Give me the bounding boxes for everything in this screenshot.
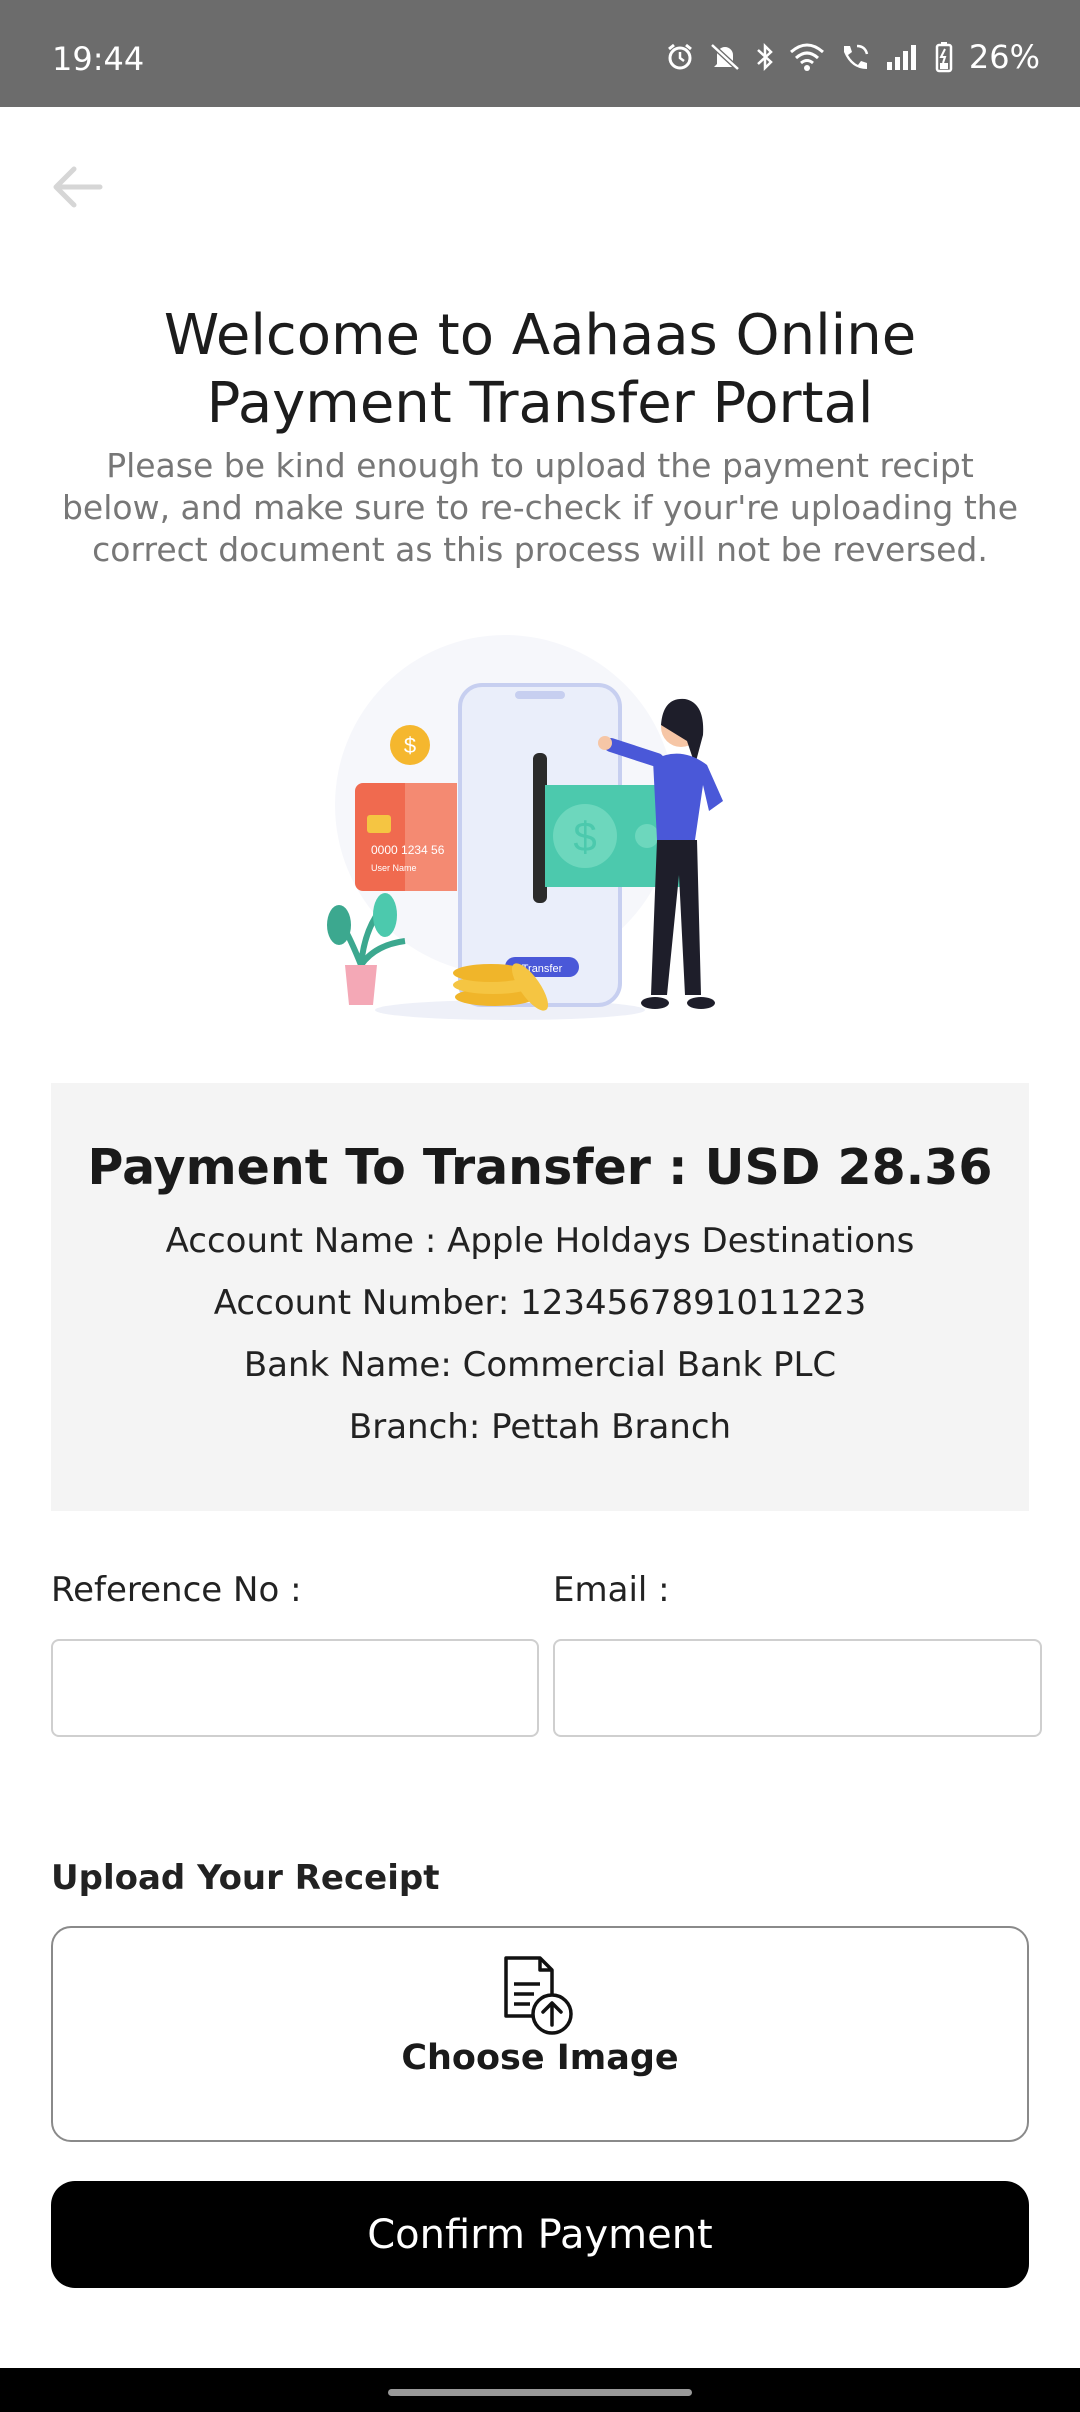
status-icons: 26% (665, 38, 1040, 76)
alarm-icon (667, 43, 692, 70)
battery-icon (935, 42, 953, 73)
reference-label: Reference No : (51, 1570, 302, 1610)
payment-illustration: Transfer 0000 1234 56 User Name $ $ (327, 635, 723, 1020)
page-subtitle: Please be kind enough to upload the paym… (61, 446, 1019, 569)
choose-image-label: Choose Image (401, 2038, 679, 2078)
email-label: Email : (553, 1570, 670, 1610)
email-input[interactable] (553, 1639, 1042, 1737)
branch-name: Branch: Pettah Branch (348, 1407, 732, 1447)
bank-name: Bank Name: Commercial Bank PLC (243, 1345, 837, 1385)
wifi-icon (789, 43, 824, 71)
svg-text:$: $ (573, 813, 596, 860)
back-arrow-icon[interactable] (50, 165, 104, 209)
reference-input[interactable] (51, 1639, 539, 1737)
wifi-calling-icon (843, 44, 869, 69)
payment-amount: Payment To Transfer : USD 28.36 (87, 1139, 993, 1196)
file-upload-icon (504, 1956, 573, 2035)
choose-image-button[interactable]: Choose Image (51, 1926, 1029, 2142)
signal-icon (886, 45, 916, 70)
bluetooth-icon (757, 42, 773, 72)
svg-text:$: $ (404, 733, 416, 758)
status-time: 19:44 (52, 40, 145, 78)
status-bar: 19:44 26% (0, 0, 1080, 107)
upload-label: Upload Your Receipt (51, 1858, 440, 1898)
account-number: Account Number: 1234567891011223 (213, 1283, 867, 1323)
confirm-payment-button[interactable]: Confirm Payment (51, 2181, 1029, 2288)
payment-info-card: Payment To Transfer : USD 28.36 Account … (51, 1083, 1029, 1511)
battery-percent: 26% (968, 38, 1040, 76)
card-number: 0000 1234 56 (371, 843, 445, 857)
account-name: Account Name : Apple Holdays Destination… (165, 1221, 915, 1261)
page-title: Welcome to Aahaas Online Payment Transfe… (163, 303, 917, 436)
card-name: User Name (371, 863, 417, 873)
gesture-handle[interactable] (388, 2389, 692, 2396)
mute-icon (710, 43, 740, 71)
